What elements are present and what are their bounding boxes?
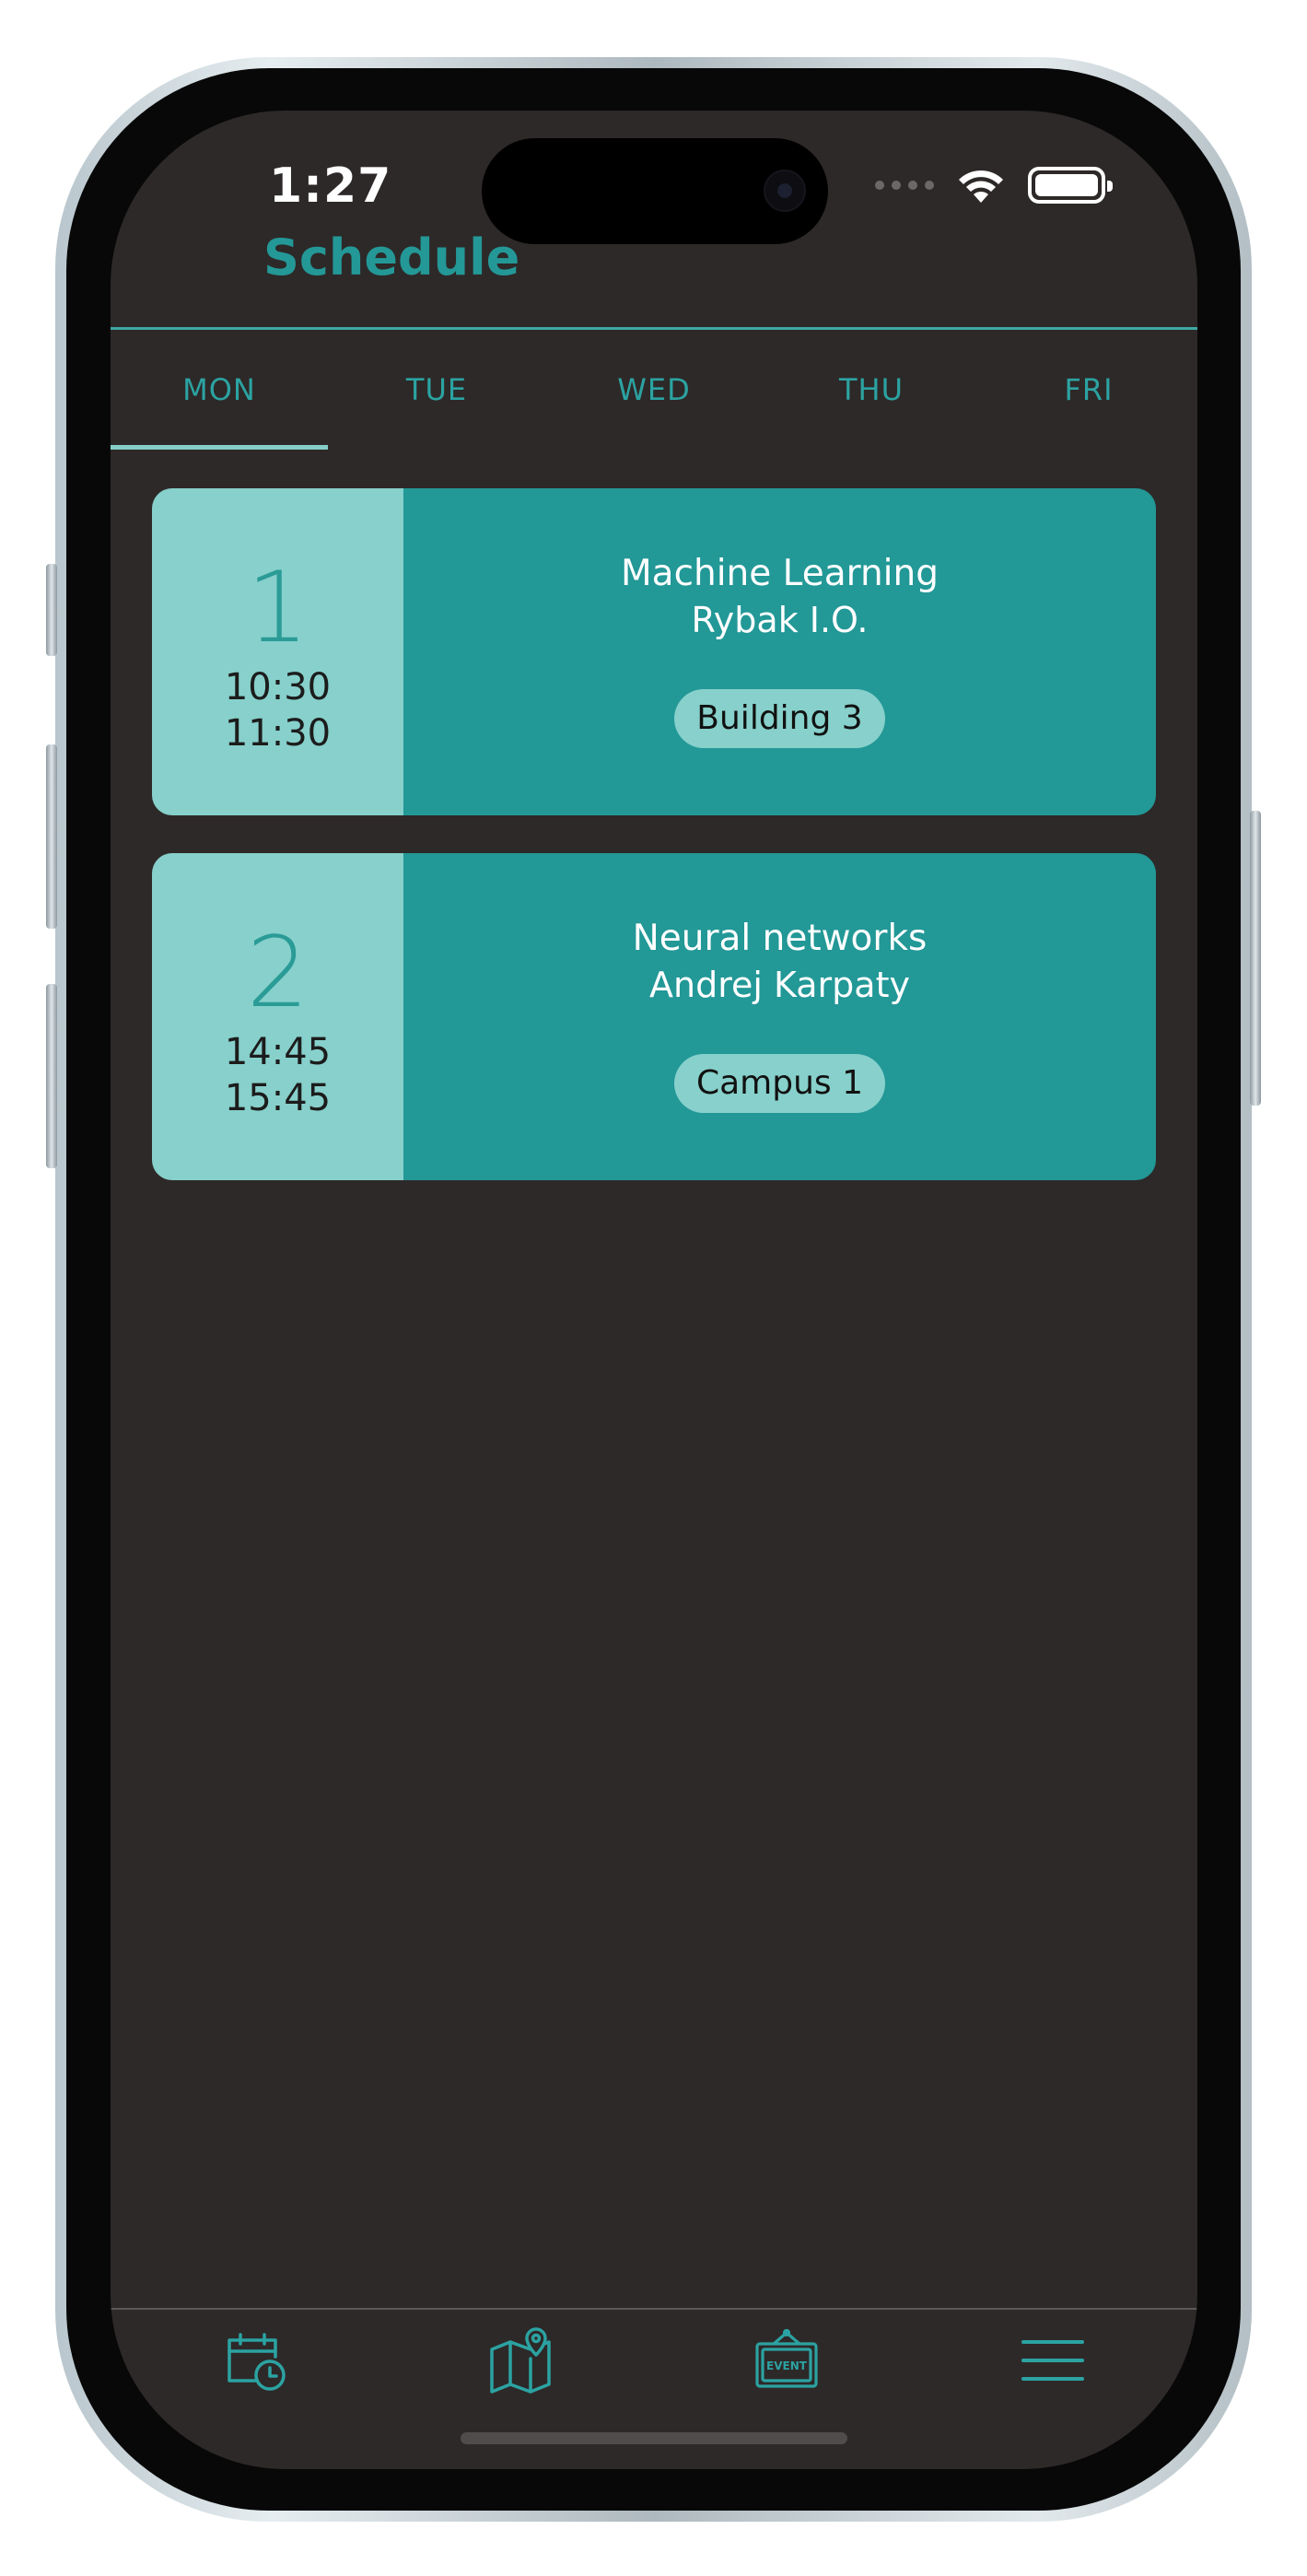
status-indicators: [875, 162, 1113, 208]
power-button: [1250, 811, 1261, 1106]
lesson-start-time: 14:45: [224, 1030, 332, 1073]
tab-bar-schedule[interactable]: [214, 2310, 297, 2411]
tab-tue[interactable]: TUE: [328, 330, 545, 450]
cellular-signal-icon: [875, 181, 934, 190]
lesson-title: Machine Learning: [621, 553, 939, 594]
lesson-end-time: 15:45: [224, 1076, 332, 1119]
page-title: Schedule: [263, 228, 520, 287]
lesson-start-time: 10:30: [224, 665, 332, 708]
lesson-time-block: 1 10:30 11:30: [152, 488, 403, 815]
lesson-info-block: Neural networks Andrej Karpaty Campus 1: [403, 853, 1156, 1180]
event-sign-icon: EVENT: [755, 2328, 818, 2388]
wifi-icon: [959, 170, 1003, 203]
lesson-number: 1: [246, 550, 309, 664]
svg-text:EVENT: EVENT: [766, 2359, 808, 2372]
lesson-number: 2: [246, 915, 309, 1029]
volume-up-button: [46, 744, 57, 929]
tab-thu[interactable]: THU: [763, 330, 980, 450]
lesson-time-block: 2 14:45 15:45: [152, 853, 403, 1180]
home-indicator[interactable]: [461, 2432, 847, 2444]
tab-bar-map[interactable]: [480, 2310, 563, 2411]
volume-down-button: [46, 984, 57, 1168]
action-button: [46, 564, 57, 656]
lesson-location-badge: Building 3: [674, 689, 885, 748]
battery-icon: [1028, 167, 1113, 204]
lesson-info-block: Machine Learning Rybak I.O. Building 3: [403, 488, 1156, 815]
tab-bar-menu[interactable]: [1011, 2310, 1094, 2411]
dynamic-island: [482, 138, 828, 244]
tab-bar-events[interactable]: EVENT: [745, 2310, 828, 2411]
menu-icon: [1021, 2340, 1084, 2381]
tab-mon[interactable]: MON: [111, 330, 328, 450]
app-screen: 1:27 Schedule MON TUE WED THU FRI 1 10:3…: [111, 111, 1197, 2469]
tab-fri[interactable]: FRI: [980, 330, 1197, 450]
status-time: 1:27: [269, 158, 392, 214]
lesson-card[interactable]: 1 10:30 11:30 Machine Learning Rybak I.O…: [152, 488, 1156, 815]
tab-wed[interactable]: WED: [545, 330, 763, 450]
bottom-tab-bar: EVENT: [111, 2310, 1197, 2430]
lesson-card[interactable]: 2 14:45 15:45 Neural networks Andrej Kar…: [152, 853, 1156, 1180]
lesson-teacher: Andrej Karpaty: [649, 965, 910, 1005]
lesson-location-badge: Campus 1: [673, 1054, 886, 1113]
lesson-end-time: 11:30: [224, 711, 332, 755]
lesson-title: Neural networks: [632, 918, 928, 959]
calendar-clock-icon: [228, 2333, 286, 2391]
map-pin-icon: [489, 2327, 551, 2394]
day-tabs: MON TUE WED THU FRI: [111, 330, 1197, 450]
front-camera-icon: [764, 170, 806, 212]
lesson-teacher: Rybak I.O.: [691, 600, 869, 640]
